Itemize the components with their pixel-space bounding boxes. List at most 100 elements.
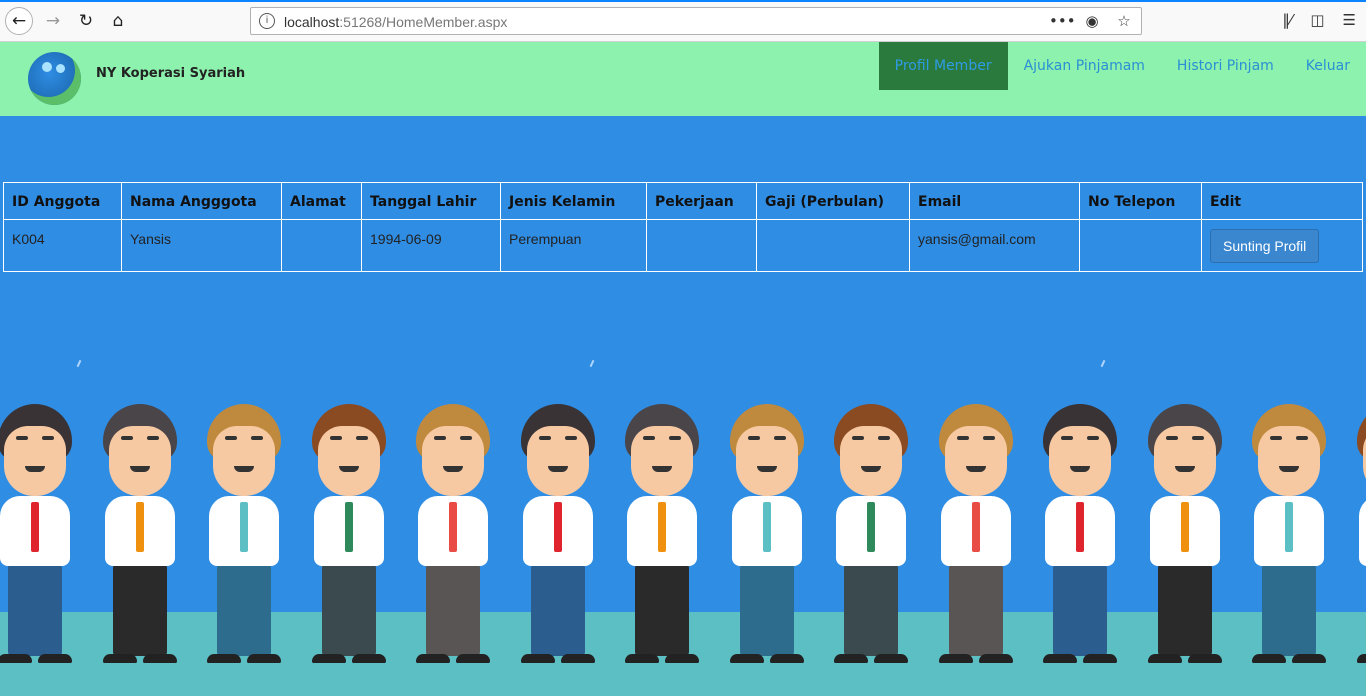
person-mouth — [756, 466, 777, 472]
person-legs — [739, 564, 794, 656]
person-tie — [449, 502, 457, 552]
person-mouth — [338, 466, 359, 472]
person-legs — [112, 564, 167, 656]
person-eye — [1191, 436, 1204, 440]
sidebar-icon[interactable]: ◫ — [1310, 11, 1324, 29]
person-eye — [251, 436, 263, 440]
person-shoe — [625, 654, 659, 663]
person-figure — [617, 404, 707, 664]
menu-icon[interactable]: ☰ — [1343, 11, 1356, 29]
person-mouth — [1070, 466, 1090, 472]
person-figure — [1349, 404, 1366, 664]
logo[interactable] — [28, 52, 81, 105]
person-eye — [329, 436, 342, 440]
bookmark-star-icon[interactable]: ☆ — [1113, 12, 1135, 30]
person-eye — [434, 436, 446, 440]
person-face — [4, 426, 66, 496]
person-mouth — [861, 466, 881, 472]
person-eye — [42, 436, 54, 440]
reload-icon[interactable]: ↻ — [72, 7, 100, 35]
person-eye — [773, 436, 786, 440]
person-tie — [240, 502, 248, 552]
browser-tools: ‖⁄ ◫ ☰ — [1282, 11, 1356, 29]
nav-ajukan-pinjaman[interactable]: Ajukan Pinjamam — [1008, 42, 1161, 90]
person-mouth — [1174, 466, 1195, 472]
person-eye — [643, 436, 655, 440]
person-shoe — [978, 654, 1013, 663]
person-legs — [217, 564, 271, 656]
nav-histori-pinjam[interactable]: Histori Pinjam — [1161, 42, 1290, 90]
person-figure — [408, 404, 498, 664]
person-figure — [95, 404, 185, 664]
back-icon[interactable]: ← — [5, 7, 33, 35]
forward-icon[interactable]: → — [39, 7, 67, 35]
column-header: Nama Angggota — [121, 182, 282, 220]
cell-alamat — [281, 219, 362, 272]
nav-profil-member[interactable]: Profil Member — [878, 42, 1008, 90]
person-mouth — [965, 466, 986, 472]
info-icon[interactable]: i — [259, 13, 275, 29]
person-tie — [344, 502, 353, 552]
person-legs — [426, 564, 480, 656]
person-figure — [513, 404, 603, 664]
person-shoe — [1187, 654, 1222, 663]
person-shoe — [1292, 654, 1326, 663]
person-legs — [635, 564, 689, 656]
cell-pekerjaan — [646, 219, 757, 272]
nav-keluar[interactable]: Keluar — [1290, 42, 1366, 90]
person-eye — [538, 436, 551, 440]
background-illustration — [0, 300, 1366, 696]
person-shoe — [1147, 654, 1182, 663]
person-eye — [355, 436, 368, 440]
person-shoe — [665, 654, 699, 663]
person-shoe — [729, 654, 764, 663]
person-tie — [658, 502, 666, 552]
person-figure — [826, 404, 916, 664]
person-shoe — [834, 654, 868, 663]
person-shoe — [1083, 654, 1117, 663]
person-shoe — [311, 654, 346, 663]
person-eye — [1296, 436, 1308, 440]
person-eye — [982, 436, 995, 440]
pocket-icon[interactable]: ◉ — [1081, 12, 1103, 30]
cell-telepon — [1079, 219, 1202, 272]
person-face — [840, 426, 902, 496]
more-icon[interactable]: ••• — [1049, 12, 1076, 30]
person-legs — [844, 564, 898, 656]
sunting-profil-button[interactable]: Sunting Profil — [1210, 229, 1320, 263]
person-shoe — [416, 654, 450, 663]
person-face — [213, 426, 275, 496]
address-bar[interactable]: i localhost:51268/HomeMember.aspx ••• ◉ … — [250, 7, 1142, 35]
person-mouth — [25, 466, 45, 472]
home-icon[interactable]: ⌂ — [104, 7, 132, 35]
person-mouth — [1279, 466, 1299, 472]
person-shoe — [874, 654, 908, 663]
decor-mark — [589, 359, 595, 368]
url-text[interactable]: localhost:51268/HomeMember.aspx — [284, 14, 507, 30]
person-tie — [1180, 502, 1189, 552]
person-shoe — [769, 654, 804, 663]
person-eye — [120, 436, 133, 440]
person-tie — [867, 502, 875, 552]
decor-mark — [1100, 359, 1106, 368]
decor-mark — [76, 359, 82, 368]
column-header: Email — [909, 182, 1080, 220]
person-face — [317, 426, 380, 496]
column-header: Pekerjaan — [646, 182, 757, 220]
main-nav: Profil Member Ajukan Pinjamam Histori Pi… — [878, 42, 1366, 90]
person-eye — [747, 436, 760, 440]
column-header: Gaji (Perbulan) — [756, 182, 910, 220]
person-legs — [530, 564, 585, 656]
person-mouth — [652, 466, 672, 472]
person-figure — [1244, 404, 1334, 664]
person-legs — [1053, 564, 1107, 656]
column-header: Alamat — [281, 182, 362, 220]
library-icon[interactable]: ‖⁄ — [1282, 11, 1292, 29]
person-eye — [146, 436, 159, 440]
person-eye — [1087, 436, 1099, 440]
person-eye — [1061, 436, 1073, 440]
person-legs — [1262, 564, 1316, 656]
person-eye — [460, 436, 472, 440]
person-shoe — [102, 654, 137, 663]
person-eye — [878, 436, 890, 440]
